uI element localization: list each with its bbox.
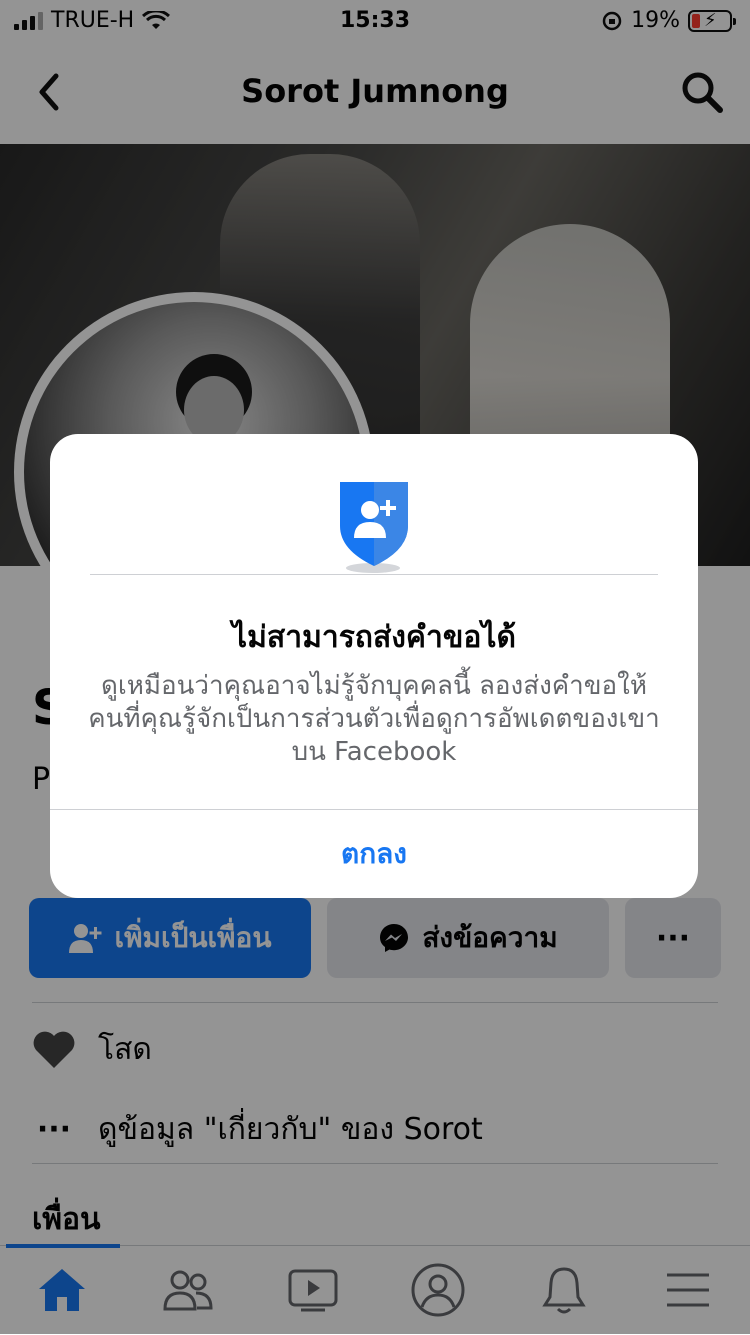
add-friend-shield-icon <box>340 482 408 566</box>
dialog-title: ไม่สามารถส่งคำขอได้ <box>232 620 516 655</box>
cannot-send-request-dialog: ไม่สามารถส่งคำขอได้ ดูเหมือนว่าคุณอาจไม่… <box>50 434 698 898</box>
ok-button[interactable]: ตกลง <box>50 810 698 898</box>
dialog-divider <box>90 574 658 575</box>
dialog-message: ดูเหมือนว่าคุณอาจไม่รู้จักบุคคลนี้ ลองส่… <box>88 671 660 767</box>
